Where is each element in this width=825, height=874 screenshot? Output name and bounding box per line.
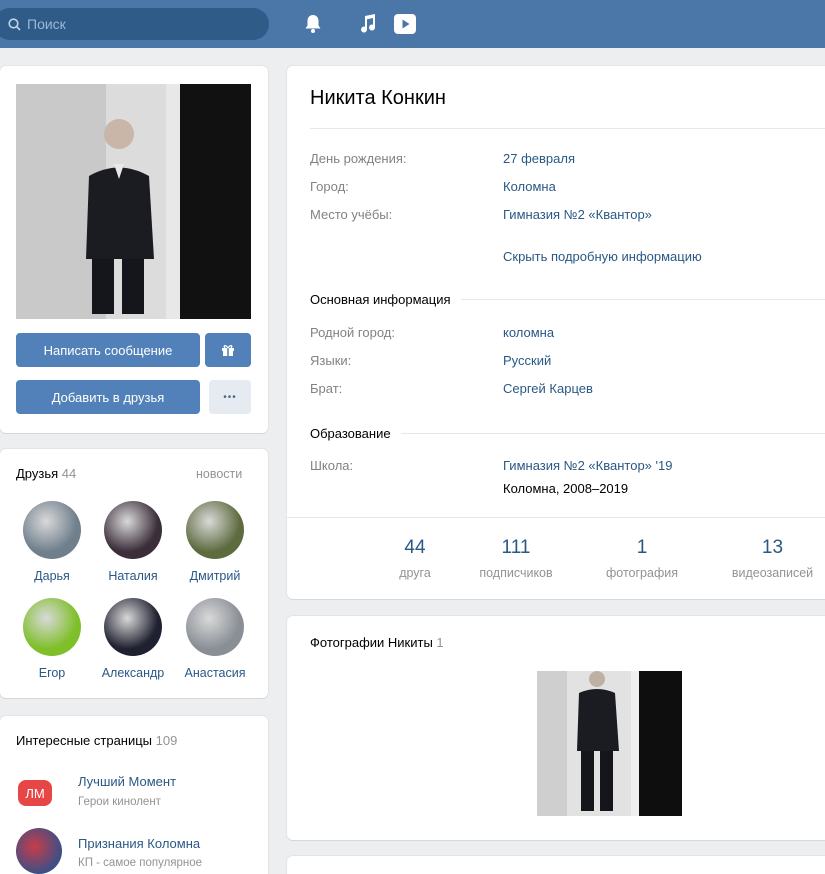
friend-avatar[interactable] (104, 598, 162, 656)
languages-label: Языки: (310, 353, 352, 368)
photos-title[interactable]: Фотографии Никиты 1 (310, 635, 444, 650)
page-avatar-lm[interactable]: ЛМ (18, 780, 52, 806)
bell-icon[interactable] (303, 13, 323, 35)
friend-name[interactable]: Анастасия (176, 666, 254, 680)
profile-avatar[interactable] (16, 84, 251, 319)
friend-item[interactable]: Александр (94, 598, 172, 680)
friend-item[interactable]: Дарья (13, 501, 91, 583)
friend-avatar[interactable] (186, 501, 244, 559)
hide-details-link[interactable]: Скрыть подробную информацию (503, 249, 702, 264)
page-subtitle: КП - самое популярное (78, 857, 203, 869)
school-value[interactable]: Гимназия №2 «Квантор» '19 (503, 458, 672, 473)
friend-avatar[interactable] (23, 598, 81, 656)
followers-counter[interactable]: 111 (466, 537, 566, 559)
profile-name: Никита Конкин (310, 87, 446, 109)
brother-label: Брат: (310, 381, 343, 396)
photos-count: 1 (436, 635, 444, 650)
videos-counter[interactable]: 13 (720, 537, 825, 559)
photo-thumbnail[interactable] (537, 671, 682, 816)
friends-title-text: Друзья (16, 466, 59, 481)
friend-name[interactable]: Александр (94, 666, 172, 680)
page-name[interactable]: Признания Коломна (78, 836, 200, 851)
photos-title-text: Фотографии Никиты (310, 635, 433, 650)
friends-counter[interactable]: 44 (375, 537, 455, 559)
hometown-value[interactable]: коломна (503, 325, 554, 340)
divider (310, 128, 825, 129)
main-info-section-title: Основная информация (310, 292, 461, 307)
study-value[interactable]: Гимназия №2 «Квантор» (503, 207, 652, 222)
friend-item[interactable]: Егор (13, 598, 91, 680)
city-value[interactable]: Коломна (503, 179, 556, 194)
send-gift-button[interactable] (205, 333, 251, 367)
school-years: Коломна, 2008–2019 (503, 481, 629, 496)
music-icon[interactable] (358, 13, 378, 35)
friend-avatar[interactable] (23, 501, 81, 559)
friend-item[interactable]: Наталия (94, 501, 172, 583)
gift-icon (222, 345, 234, 356)
languages-value[interactable]: Русский (503, 353, 551, 368)
brother-value[interactable]: Сергей Карцев (503, 381, 593, 396)
friend-item[interactable]: Анастасия (176, 598, 254, 680)
add-friend-label: Добавить в друзья (51, 389, 165, 405)
friend-avatar[interactable] (104, 501, 162, 559)
divider (287, 517, 825, 518)
more-label: ••• (223, 391, 237, 403)
page-name[interactable]: Лучший Момент (78, 774, 176, 789)
friend-name[interactable]: Дарья (13, 569, 91, 583)
photos-counter[interactable]: 1 (592, 537, 692, 559)
search-icon (8, 17, 21, 31)
top-header: Поиск (0, 0, 825, 48)
followers-counter-label: подписчиков (479, 566, 553, 580)
page-avatar-kp[interactable] (16, 828, 62, 874)
next-card (287, 856, 825, 874)
interesting-count: 109 (155, 733, 178, 748)
friends-count: 44 (61, 466, 77, 481)
interesting-pages-title[interactable]: Интересные страницы 109 (16, 733, 177, 748)
birthday-value[interactable]: 27 февраля (503, 151, 575, 166)
hometown-label: Родной город: (310, 325, 395, 340)
send-message-label: Написать сообщение (43, 342, 173, 358)
education-section-title: Образование (310, 426, 401, 441)
send-message-button[interactable]: Написать сообщение (16, 333, 200, 367)
friends-counter-label: друга (399, 566, 431, 580)
video-play-icon[interactable] (393, 12, 417, 36)
school-label: Школа: (310, 458, 354, 473)
page-subtitle: Герои кинолент (78, 796, 161, 808)
search-input[interactable]: Поиск (0, 8, 269, 40)
friend-name[interactable]: Дмитрий (176, 569, 254, 583)
friend-item[interactable]: Дмитрий (176, 501, 254, 583)
search-placeholder: Поиск (27, 16, 66, 32)
friend-avatar[interactable] (186, 598, 244, 656)
more-actions-button[interactable]: ••• (209, 380, 251, 414)
friends-news-link[interactable]: новости (196, 467, 242, 481)
photos-counter-label: фотография (606, 566, 678, 580)
friend-name[interactable]: Егор (13, 666, 91, 680)
add-friend-button[interactable]: Добавить в друзья (16, 380, 200, 414)
friends-title[interactable]: Друзья 44 (16, 466, 76, 481)
study-label: Место учёбы: (310, 207, 393, 222)
friend-name[interactable]: Наталия (94, 569, 172, 583)
videos-counter-label: видеозаписей (731, 566, 814, 580)
city-label: Город: (310, 179, 349, 194)
birthday-label: День рождения: (310, 151, 407, 166)
interesting-title-text: Интересные страницы (16, 733, 153, 748)
